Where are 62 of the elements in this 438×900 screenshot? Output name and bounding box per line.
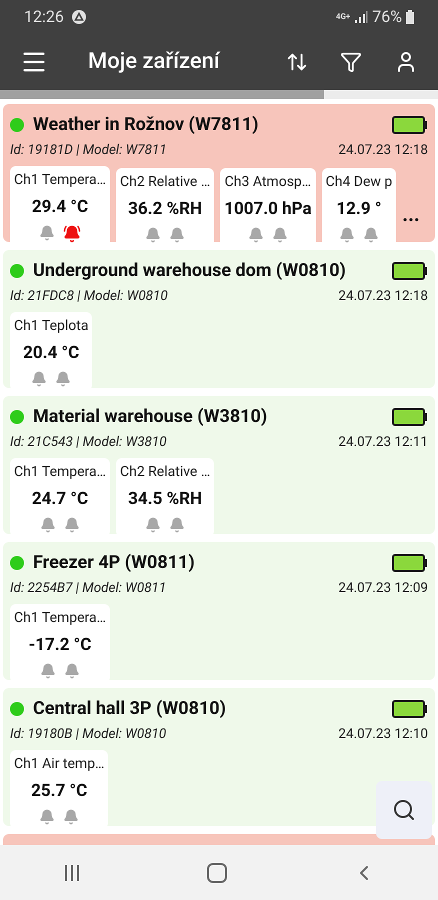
more-indicator[interactable]: ...: [402, 198, 420, 229]
channel-tile[interactable]: Ch1 Teplota 20.4 °C: [10, 312, 92, 391]
channel-tile[interactable]: Ch1 Air temp… 25.7 °C: [10, 750, 108, 829]
signal-icon: [354, 10, 368, 22]
update-time: 24.07.23 12:18: [338, 141, 428, 160]
battery-icon: [392, 700, 428, 718]
device-title: Underground warehouse dom (W0810): [33, 259, 347, 283]
update-time: 24.07.23 12:11: [338, 433, 428, 452]
status-time: 12:26: [24, 6, 64, 28]
channel-value: 29.4 °C: [32, 196, 88, 220]
battery-icon: [392, 554, 428, 572]
channel-label: Ch2 Relative …: [120, 173, 210, 192]
filter-icon: [340, 50, 362, 72]
channel-tile[interactable]: Ch1 Tempera… -17.2 °C: [10, 604, 110, 683]
search-button[interactable]: [376, 781, 432, 839]
channel-value: 1007.0 hPa: [224, 198, 312, 222]
app-title: Moje zařízení: [88, 48, 222, 76]
sort-button[interactable]: [286, 50, 308, 72]
update-time: 24.07.23 12:10: [338, 725, 428, 744]
channel-label: Ch1 Teplota: [14, 317, 88, 336]
app-notification-icon: [72, 10, 86, 24]
battery-percent: 76%: [372, 6, 402, 28]
channel-label: Ch1 Tempera…: [14, 609, 106, 628]
channel-value: 34.5 %RH: [128, 488, 202, 512]
channel-value: 12.9 °: [336, 198, 382, 222]
home-icon[interactable]: [206, 862, 227, 882]
channel-label: Ch2 Relative …: [120, 463, 210, 482]
device-title: Weather in Rožnov (W7811): [33, 113, 260, 137]
channel-label: Ch4 Dew p: [326, 173, 392, 192]
device-meta: Id: 2254B7 | Model: W0811: [10, 579, 166, 598]
device-card[interactable]: Underground warehouse dom (W0810) Id: 21FDC8 | Model: W0810 24.07.23 12:18 Ch1 Teplota 20.4 °C: [3, 250, 435, 388]
update-time: 24.07.23 12:18: [338, 287, 428, 306]
sort-icon: [286, 50, 308, 72]
channel-label: Ch1 Tempera…: [14, 463, 106, 482]
network-type: 4G+: [336, 12, 350, 20]
device-title: Freezer 4P (W0811): [33, 551, 196, 575]
device-title: Central hall 3P (W0810): [33, 697, 227, 721]
phone-battery-icon: [406, 10, 414, 24]
channel-label: Ch1 Air temp…: [14, 755, 104, 774]
search-icon: [392, 798, 416, 822]
device-card[interactable]: Material warehouse (W3810) Id: 21C543 | Model: W3810 24.07.23 12:11 Ch1 Tempera… 24.7 °C Ch2 Relative … 34.5 %RH: [3, 396, 435, 534]
battery-icon: [392, 408, 428, 426]
device-card[interactable]: Freezer 4P (W0811) Id: 2254B7 | Model: W0811 24.07.23 12:09 Ch1 Tempera… -17.2 °C: [3, 542, 435, 680]
battery-icon: [392, 116, 428, 134]
channel-tile[interactable]: Ch1 Tempera… 24.7 °C: [10, 458, 110, 537]
channel-label: Ch1 Tempera…: [14, 171, 106, 190]
update-time: 24.07.23 12:09: [338, 579, 428, 598]
channel-label: Ch3 Atmosp…: [224, 173, 312, 192]
device-card[interactable]: Central hall 3P (W0810) Id: 19180B | Model: W0810 24.07.23 12:10 Ch1 Air temp… 25.7 °C: [3, 688, 435, 826]
filter-button[interactable]: [340, 50, 362, 72]
device-meta: Id: 19181D | Model: W7811: [10, 141, 167, 160]
channel-value: 36.2 %RH: [128, 198, 202, 222]
channel-value: 25.7 °C: [31, 780, 88, 804]
channel-value: 24.7 °C: [32, 488, 88, 512]
device-meta: Id: 19180B | Model: W0810: [10, 725, 166, 744]
channel-tile[interactable]: Ch2 Relative … 34.5 %RH: [116, 458, 214, 537]
channel-value: 20.4 °C: [23, 342, 80, 366]
channel-value: -17.2 °C: [28, 634, 92, 658]
device-meta: Id: 21C543 | Model: W3810: [10, 433, 167, 452]
device-title: Material warehouse (W3810): [33, 405, 268, 429]
device-meta: Id: 21FDC8 | Model: W0810: [10, 287, 168, 306]
battery-icon: [392, 262, 428, 280]
